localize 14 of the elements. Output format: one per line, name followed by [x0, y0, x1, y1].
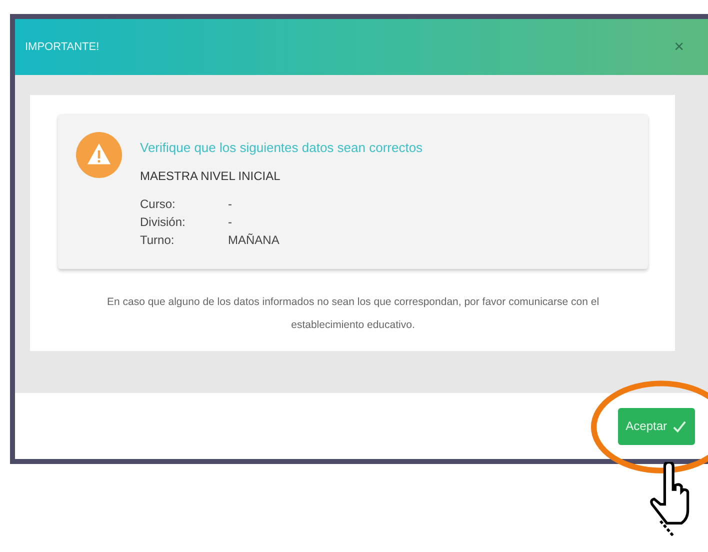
warning-icon — [76, 132, 122, 178]
field-label: División: — [140, 215, 186, 229]
field-label: Curso: — [140, 197, 176, 211]
field-value: - — [228, 197, 233, 211]
note-text: En caso que alguno de los datos informados no sean los que correspondan, por favor comunicarse con el establecimiento educativo. — [106, 295, 600, 333]
check-icon — [672, 418, 687, 434]
field-value: MAÑANA — [228, 233, 280, 247]
close-button[interactable]: × — [672, 37, 686, 57]
dialog-title: IMPORTANTE! — [25, 41, 100, 53]
accept-button[interactable]: Aceptar — [618, 408, 695, 444]
role-text: MAESTRA NIVEL INICIAL — [140, 169, 282, 183]
notice-heading: Verifique que los siguientes datos sean correctos — [140, 140, 423, 155]
field-label: Turno: — [140, 233, 176, 247]
field-value: - — [228, 215, 233, 229]
